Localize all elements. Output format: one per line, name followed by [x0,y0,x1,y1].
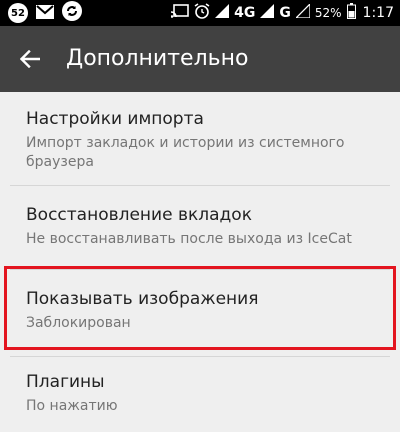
signal-empty-icon [294,2,311,22]
page-title: Дополнительно [66,46,249,71]
network-4g-label: 4G [234,5,256,21]
notification-count-icon: 52 [8,3,28,23]
setting-summary: Заблокирован [26,315,131,331]
alarm-icon [194,3,210,23]
setting-summary: По нажатию [26,398,118,414]
mail-icon [36,4,54,23]
battery-icon [346,3,356,23]
setting-import[interactable]: Настройки импорта Импорт закладок и исто… [0,92,400,182]
back-button[interactable] [12,41,48,77]
setting-title: Показывать изображения [26,289,259,309]
setting-summary: Не восстанавливать после выхода из IceCa… [26,231,352,247]
signal-icon [215,4,230,22]
toolbar: Дополнительно [0,26,400,92]
setting-title: Восстановление вкладок [26,205,252,225]
setting-summary: Импорт закладок и истории из системного … [26,135,345,170]
setting-restore-tabs[interactable]: Восстановление вкладок Не восстанавливат… [0,186,400,264]
battery-percent: 52% [314,6,342,20]
status-bar: 52 4G G 52% 1:17 [0,0,400,26]
setting-title: Плагины [26,372,105,392]
setting-show-images[interactable]: Показывать изображения Заблокирован [0,270,400,354]
setting-title: Настройки импорта [26,109,204,129]
network-g-label: G [279,5,291,21]
cast-icon [170,4,189,22]
signal-icon-2 [260,4,275,22]
clock: 1:17 [362,5,394,21]
arrow-back-icon [20,50,40,68]
sync-icon [62,1,82,25]
setting-plugins[interactable]: Плагины По нажатию [0,357,400,432]
